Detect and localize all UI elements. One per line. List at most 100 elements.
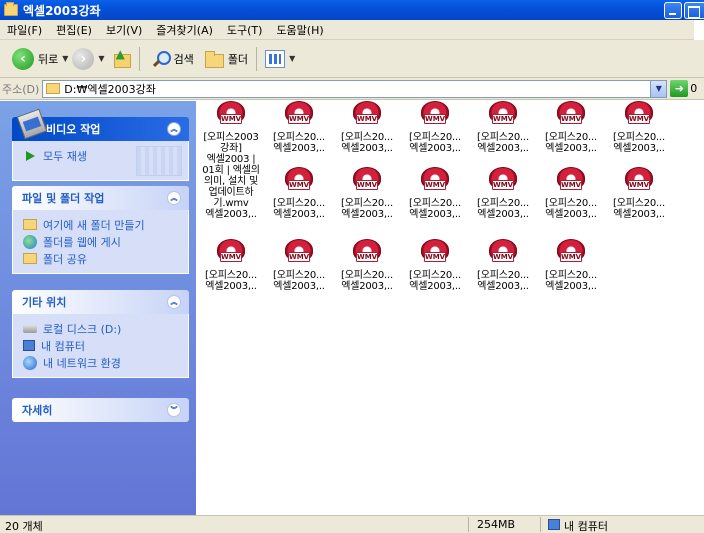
status-bar: 20 개체 254MB 내 컴퓨터 bbox=[0, 515, 704, 533]
wmv-icon-label: WMV bbox=[492, 114, 514, 124]
play-all-label: 모두 재생 bbox=[43, 149, 87, 163]
file-name: [오피스20... 엑셀2003,.. bbox=[341, 270, 393, 292]
toolbar-separator bbox=[256, 46, 258, 71]
file-item[interactable]: WMV [오피스20... 엑셀2003,.. bbox=[540, 167, 602, 220]
wmv-file-icon: WMV bbox=[352, 167, 382, 197]
my-computer-link[interactable]: 내 컴퓨터 bbox=[23, 337, 178, 354]
file-item[interactable]: WMV [오피스20... 엑셀2003,.. bbox=[540, 101, 602, 154]
back-label: 뒤로 bbox=[38, 52, 59, 66]
wmv-file-icon: WMV bbox=[352, 101, 382, 131]
views-button[interactable]: ▼ bbox=[265, 49, 295, 68]
file-item[interactable]: WMV [오피스20... 엑셀2003,.. bbox=[472, 167, 534, 220]
file-item[interactable]: WMV [오피스20... 엑셀2003,.. bbox=[472, 101, 534, 154]
file-tasks-title: 파일 및 폴더 작업 bbox=[22, 192, 105, 205]
wmv-icon-label: WMV bbox=[560, 180, 582, 190]
address-dropdown-button[interactable]: ▼ bbox=[650, 80, 667, 97]
network-places-link[interactable]: 내 네트워크 환경 bbox=[23, 354, 178, 371]
file-tasks-body: 여기에 새 폴더 만들기 폴더를 웹에 게시 폴더 공유 bbox=[12, 210, 189, 274]
file-item[interactable]: WMV [오피스20... 엑셀2003,.. bbox=[608, 167, 670, 220]
menu-file[interactable]: 파일(F) bbox=[0, 22, 49, 38]
new-folder-link[interactable]: 여기에 새 폴더 만들기 bbox=[23, 216, 178, 233]
file-item[interactable]: WMV [오피스2003강좌] 엑셀2003 | 01회 | 엑셀의 의미, 설치… bbox=[200, 101, 262, 220]
file-name: [오피스20... 엑셀2003,.. bbox=[545, 132, 597, 154]
file-name: [오피스20... 엑셀2003,.. bbox=[273, 132, 325, 154]
collapse-icon[interactable]: ︽ bbox=[167, 122, 181, 136]
up-folder-icon[interactable] bbox=[111, 47, 131, 69]
address-input[interactable]: D:₩엑셀2003강좌 ▼ bbox=[42, 79, 668, 98]
search-button[interactable]: 검색 bbox=[152, 50, 194, 68]
wmv-icon-label: WMV bbox=[560, 252, 582, 262]
wmv-file-icon: WMV bbox=[284, 101, 314, 131]
details-header[interactable]: 자세히 ︾ bbox=[12, 398, 189, 422]
file-name: [오피스20... 엑셀2003,.. bbox=[341, 198, 393, 220]
wmv-file-icon: WMV bbox=[624, 101, 654, 131]
forward-button[interactable]: › ▼ bbox=[72, 47, 105, 70]
menu-bar: 파일(F) 편집(E) 보기(V) 즐겨찾기(A) 도구(T) 도움말(H) bbox=[0, 20, 704, 40]
file-item[interactable]: WMV [오피스20... 엑셀2003,.. bbox=[404, 101, 466, 154]
file-item[interactable]: WMV [오피스20... 엑셀2003,.. bbox=[472, 239, 534, 292]
collapse-icon[interactable]: ︽ bbox=[167, 191, 181, 205]
title-bar[interactable]: 엑셀2003강좌 bbox=[0, 0, 704, 20]
file-item[interactable]: WMV [오피스20... 엑셀2003,.. bbox=[268, 239, 330, 292]
wmv-file-icon: WMV bbox=[556, 101, 586, 131]
folder-icon bbox=[46, 83, 61, 94]
video-tasks-header[interactable]: 비디오 작업 ︽ bbox=[12, 108, 189, 141]
share-folder-link[interactable]: 폴더 공유 bbox=[23, 250, 178, 267]
computer-icon bbox=[23, 340, 35, 351]
wmv-file-icon: WMV bbox=[420, 101, 450, 131]
file-name: [오피스20... 엑셀2003,.. bbox=[613, 132, 665, 154]
address-path: D:₩엑셀2003강좌 bbox=[64, 82, 156, 96]
file-list[interactable]: WMV [오피스2003강좌] 엑셀2003 | 01회 | 엑셀의 의미, 설치… bbox=[196, 101, 704, 515]
go-label: 0 bbox=[690, 82, 698, 95]
new-folder-icon bbox=[23, 219, 37, 230]
file-item[interactable]: WMV [오피스20... 엑셀2003,.. bbox=[336, 101, 398, 154]
location-label: 내 컴퓨터 bbox=[564, 520, 608, 533]
menu-help[interactable]: 도움말(H) bbox=[269, 22, 330, 38]
wmv-icon-label: WMV bbox=[356, 114, 378, 124]
wmv-file-icon: WMV bbox=[420, 167, 450, 197]
maximize-button[interactable] bbox=[684, 2, 704, 19]
file-name: [오피스20... 엑셀2003,.. bbox=[341, 132, 393, 154]
views-icon bbox=[265, 49, 286, 68]
file-item[interactable]: WMV [오피스20... 엑셀2003,.. bbox=[608, 101, 670, 154]
other-places-header[interactable]: 기타 위치 ︽ bbox=[12, 290, 189, 314]
wmv-icon-label: WMV bbox=[356, 180, 378, 190]
wmv-file-icon: WMV bbox=[488, 101, 518, 131]
file-item[interactable]: WMV [오피스20... 엑셀2003,.. bbox=[336, 239, 398, 292]
search-label: 검색 bbox=[173, 52, 194, 66]
file-item[interactable]: WMV [오피스20... 엑셀2003,.. bbox=[268, 167, 330, 220]
file-item[interactable]: WMV [오피스20... 엑셀2003,.. bbox=[200, 239, 262, 292]
collapse-icon[interactable]: ︽ bbox=[167, 295, 181, 309]
file-item[interactable]: WMV [오피스20... 엑셀2003,.. bbox=[268, 101, 330, 154]
folders-label: 폴더 bbox=[227, 52, 249, 66]
folder-icon bbox=[4, 2, 18, 16]
play-icon bbox=[26, 150, 35, 161]
chevron-down-icon[interactable]: ▼ bbox=[289, 54, 295, 63]
menu-favorites[interactable]: 즐겨찾기(A) bbox=[149, 22, 220, 38]
address-label: 주소(D) bbox=[2, 82, 40, 96]
local-disk-link[interactable]: 로컬 디스크 (D:) bbox=[23, 320, 178, 337]
expand-icon[interactable]: ︾ bbox=[167, 403, 181, 417]
chevron-down-icon[interactable]: ▼ bbox=[98, 54, 104, 63]
file-item[interactable]: WMV [오피스20... 엑셀2003,.. bbox=[540, 239, 602, 292]
video-tasks-panel: 비디오 작업 ︽ 모두 재생 bbox=[12, 108, 189, 181]
file-name: [오피스20... 엑셀2003,.. bbox=[205, 270, 257, 292]
menu-tools[interactable]: 도구(T) bbox=[220, 22, 270, 38]
wmv-file-icon: WMV bbox=[488, 167, 518, 197]
file-name: [오피스20... 엑셀2003,.. bbox=[409, 132, 461, 154]
go-button[interactable]: ➜ bbox=[670, 80, 689, 97]
menu-edit[interactable]: 편집(E) bbox=[49, 22, 99, 38]
minimize-button[interactable] bbox=[664, 2, 682, 19]
file-item[interactable]: WMV [오피스20... 엑셀2003,.. bbox=[404, 167, 466, 220]
wmv-file-icon: WMV bbox=[352, 239, 382, 269]
publish-web-link[interactable]: 폴더를 웹에 게시 bbox=[23, 233, 178, 250]
menu-view[interactable]: 보기(V) bbox=[99, 22, 149, 38]
wmv-file-icon: WMV bbox=[284, 239, 314, 269]
folders-button[interactable]: 폴더 bbox=[204, 50, 249, 68]
wmv-file-icon: WMV bbox=[556, 239, 586, 269]
file-item[interactable]: WMV [오피스20... 엑셀2003,.. bbox=[336, 167, 398, 220]
back-button[interactable]: ‹ 뒤로 ▼ bbox=[4, 47, 68, 70]
chevron-down-icon[interactable]: ▼ bbox=[62, 54, 68, 63]
file-item[interactable]: WMV [오피스20... 엑셀2003,.. bbox=[404, 239, 466, 292]
file-tasks-header[interactable]: 파일 및 폴더 작업 ︽ bbox=[12, 186, 189, 210]
